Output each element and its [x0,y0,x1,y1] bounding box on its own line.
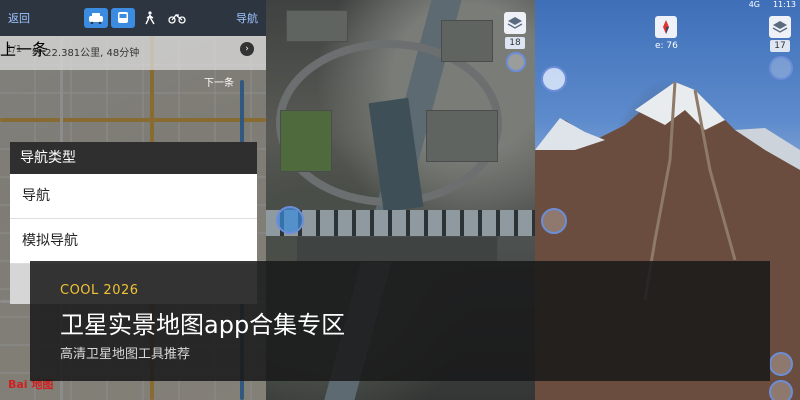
cloud-button[interactable] [541,66,567,92]
chevron-right-icon[interactable]: › [240,42,254,56]
building-block [286,10,348,42]
dialog-option-navigate[interactable]: 导航 [10,174,257,219]
layers-button[interactable] [769,16,791,38]
building-block [441,20,493,62]
building-row [266,210,535,236]
compass-icon [663,20,669,34]
locate-button[interactable] [506,52,526,72]
car-icon [89,13,103,24]
bus-icon [118,12,128,23]
dialog-title: 导航类型 [10,142,257,174]
card-eyebrow: COOL 2026 [60,283,139,298]
route-distance-time: 约 22.381公里, 48分钟 [32,48,140,59]
layers-icon [772,21,788,33]
status-time: 11:13 [772,0,796,9]
location-marker-icon[interactable] [276,206,304,234]
layers-button[interactable] [504,12,526,34]
walk-icon [145,11,155,25]
card-title: 卫星实景地图app合集专区 [60,311,346,339]
start-nav-button[interactable]: 导航 [236,10,258,26]
route-top-bar: 返回 导航 [0,0,266,36]
elevation-readout: e: 76 [655,41,678,51]
bike-icon [168,14,186,24]
zoom-level-badge: 17 [770,40,790,52]
car-mode-tab[interactable] [84,8,108,28]
gesture-button[interactable] [541,208,567,234]
building-block [426,110,498,162]
bike-mode-tab[interactable] [165,8,189,28]
travel-mode-tabs [84,8,189,28]
next-route-button[interactable]: 下一条 [204,74,234,89]
compass-button[interactable] [655,16,677,38]
walk-mode-tab[interactable] [138,8,162,28]
building-block [296,236,498,262]
prev-route-button[interactable]: 上一条 [0,36,48,60]
status-network: 4G [748,0,760,9]
zoom-in-icon[interactable] [769,352,793,376]
park-block [280,110,332,172]
bus-mode-tab[interactable] [111,8,135,28]
zoom-level-badge: 18 [505,37,525,49]
layers-icon [507,17,523,29]
card-subtitle: 高清卫星地图工具推荐 [60,347,191,362]
promo-card[interactable]: COOL 2026 卫星实景地图app合集专区 高清卫星地图工具推荐 [30,261,770,381]
locate-button[interactable] [769,56,793,80]
back-button[interactable]: 返回 [8,10,58,26]
zoom-out-icon[interactable] [769,380,793,400]
dialog-option-simulate[interactable]: 模拟导航 [10,219,257,264]
